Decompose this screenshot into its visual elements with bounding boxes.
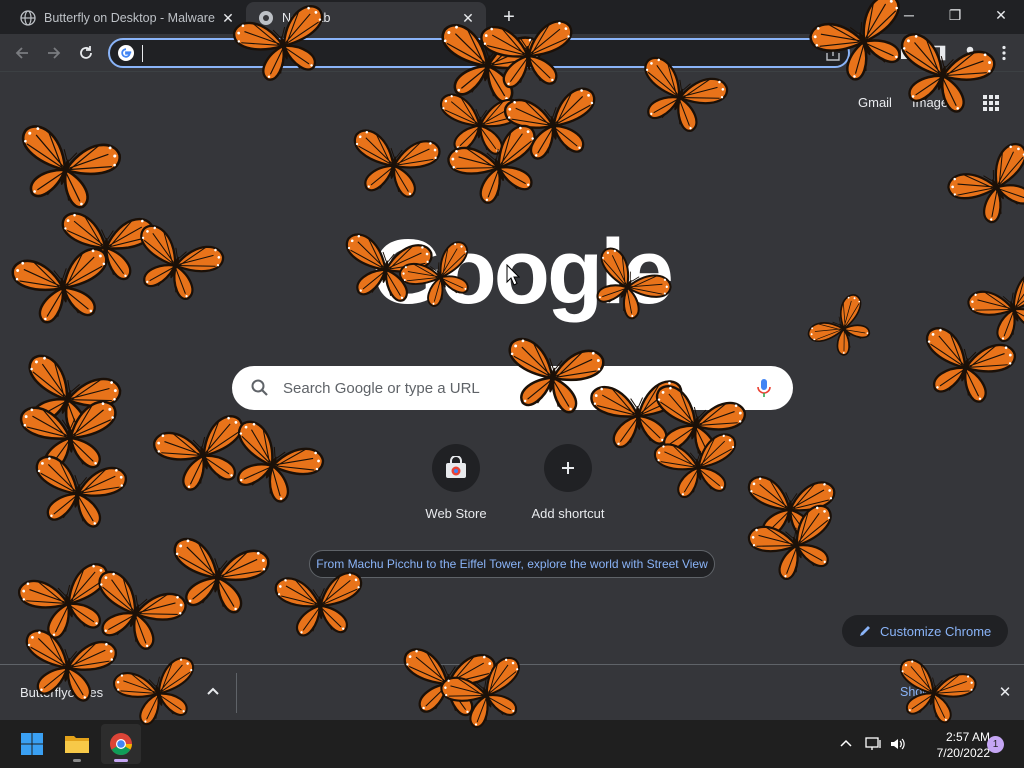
search-icon (251, 379, 268, 396)
microphone-icon[interactable] (754, 377, 774, 399)
tab-title: Butterfly on Desktop - Malware W (44, 11, 218, 25)
globe-icon (20, 10, 36, 26)
google-g-icon (118, 45, 134, 61)
share-icon[interactable] (824, 45, 842, 63)
close-icon[interactable]: ✕ (996, 683, 1014, 701)
system-clock[interactable]: 2:57 AM 7/20/2022 (910, 729, 990, 761)
shortcut-web-store[interactable]: Web Store (400, 444, 512, 521)
running-indicator (114, 759, 128, 762)
shortcut-add[interactable]: Add shortcut (512, 444, 624, 521)
shortcut-label: Add shortcut (531, 506, 605, 521)
close-window-button[interactable]: ✕ (978, 0, 1024, 30)
plus-icon (544, 444, 592, 492)
tab-title: New Tab (282, 11, 331, 25)
running-indicator (73, 759, 81, 762)
gmail-link[interactable]: Gmail (858, 95, 892, 110)
more-menu-icon[interactable] (994, 43, 1014, 63)
restore-button[interactable]: ❐ (932, 0, 978, 30)
reload-button[interactable] (72, 39, 100, 67)
chrome-taskbar-button[interactable] (101, 724, 141, 764)
clock-time: 2:57 AM (945, 730, 990, 744)
arrow-left-icon (15, 47, 28, 59)
download-item[interactable]: Butterflyondes (20, 685, 103, 700)
tab-close-icon[interactable]: ✕ (218, 8, 238, 28)
search-box[interactable] (232, 366, 793, 410)
address-input[interactable] (142, 44, 802, 62)
chevron-up-icon[interactable] (836, 734, 856, 754)
download-bar: Butterflyondes Show all ✕ (0, 664, 1024, 720)
side-panel-icon[interactable] (928, 43, 948, 63)
customize-label: Customize Chrome (880, 623, 992, 639)
mouse-cursor-icon (506, 264, 520, 286)
tab-strip: Butterfly on Desktop - Malware W ✕ New T… (0, 0, 1024, 34)
clock-date: 7/20/2022 (936, 746, 990, 760)
chevron-up-icon[interactable] (204, 683, 222, 701)
taskbar: 2:57 AM 7/20/2022 1 (0, 720, 1024, 768)
arrow-right-icon (48, 47, 61, 59)
pencil-icon (860, 626, 870, 636)
notification-badge[interactable]: 1 (987, 736, 1004, 753)
minimize-button[interactable]: ─ (886, 0, 932, 30)
forward-button[interactable] (40, 39, 68, 67)
shortcut-label: Web Store (425, 506, 487, 521)
folder-icon (65, 736, 89, 753)
customize-chrome-button[interactable]: Customize Chrome (842, 615, 1008, 647)
extensions-icon[interactable] (896, 43, 916, 63)
chrome-icon (110, 733, 132, 755)
show-all-link[interactable]: Show all (900, 685, 947, 699)
web-store-icon (432, 444, 480, 492)
street-view-promo-link[interactable]: From Machu Picchu to the Eiffel Tower, e… (309, 550, 715, 578)
apps-grid-icon[interactable] (982, 94, 1000, 112)
network-icon[interactable] (864, 734, 884, 754)
chrome-icon (259, 11, 273, 25)
google-logo: Google (372, 221, 674, 323)
tab-close-icon[interactable]: ✕ (458, 8, 478, 28)
tab-new-tab[interactable]: New Tab ✕ (246, 2, 486, 34)
new-tab-button[interactable]: + (498, 6, 520, 28)
download-divider (236, 673, 237, 713)
images-link[interactable]: Images (912, 95, 955, 110)
file-explorer-button[interactable] (57, 724, 97, 764)
profile-icon[interactable] (960, 43, 980, 63)
new-tab-page: Gmail Images Google Web Store (0, 72, 1024, 664)
reload-icon (80, 46, 92, 59)
tab-butterfly-on-desktop[interactable]: Butterfly on Desktop - Malware W ✕ (8, 2, 246, 34)
volume-icon[interactable] (888, 734, 908, 754)
search-input[interactable] (283, 378, 733, 398)
address-bar[interactable] (108, 38, 850, 68)
toolbar (0, 34, 1024, 72)
windows-logo-icon (21, 733, 43, 755)
back-button[interactable] (8, 39, 36, 67)
start-button[interactable] (12, 724, 52, 764)
